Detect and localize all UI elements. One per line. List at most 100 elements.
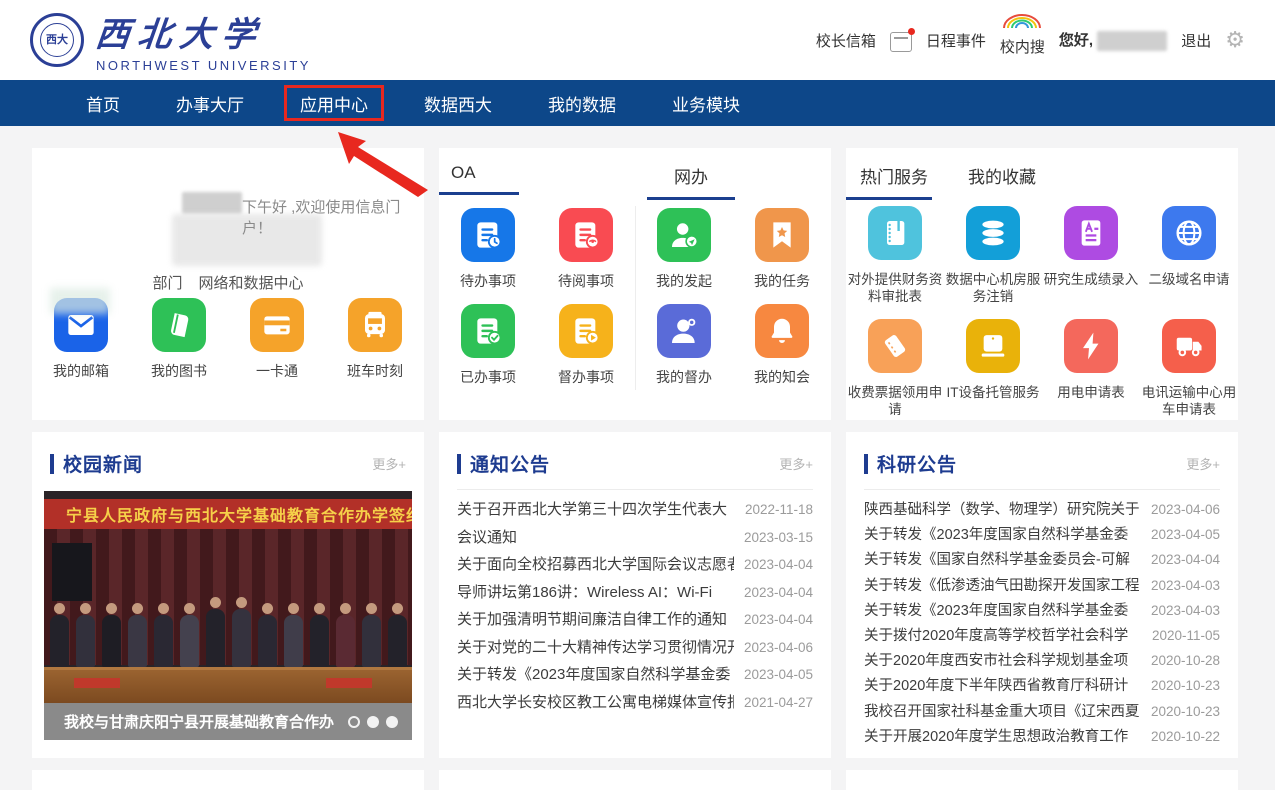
research-title: 关于转发《低渗透油气田勘探开发国家工程 bbox=[864, 574, 1141, 595]
app-tile[interactable]: 已办事项 bbox=[439, 304, 537, 386]
oa-apps: 待办事项 待阅事项 已办事项 bbox=[439, 208, 635, 400]
service-tile[interactable]: 用电申请表 bbox=[1042, 319, 1140, 418]
service-tile[interactable]: 数据中心机房服务注销 bbox=[944, 206, 1042, 305]
card-icon bbox=[250, 298, 304, 352]
logout-link[interactable]: 退出 bbox=[1181, 30, 1211, 51]
notice-item[interactable]: 关于转发《2023年度国家自然科学基金委 2023-04-05 bbox=[457, 663, 813, 691]
seal-text: 西大 bbox=[40, 23, 74, 57]
research-date: 2023-04-05 bbox=[1151, 527, 1220, 542]
app-tile-label: 督办事项 bbox=[538, 369, 634, 386]
app-tile[interactable]: 我的图书 bbox=[130, 298, 228, 380]
research-item[interactable]: 关于转发《低渗透油气田勘探开发国家工程 2023-04-03 bbox=[864, 574, 1220, 599]
research-item[interactable]: 关于转发《2023年度国家自然科学基金委 2023-04-05 bbox=[864, 523, 1220, 548]
notice-item[interactable]: 导师讲坛第186讲：Wireless AI：Wi-Fi 2023-04-04 bbox=[457, 581, 813, 609]
bottom-card: 学术讲座 更多+ bbox=[846, 770, 1238, 790]
service-tile-label: 数据中心机房服务注销 bbox=[945, 271, 1041, 305]
calendar-icon[interactable] bbox=[890, 32, 912, 52]
carousel-dot[interactable] bbox=[348, 716, 360, 728]
research-item[interactable]: 关于开展2020年度学生思想政治教育工作 2020-10-22 bbox=[864, 725, 1220, 750]
research-item[interactable]: 关于2020年度下半年陕西省教育厅科研计 2020-10-23 bbox=[864, 674, 1220, 699]
bottom-card: 研究生培养 更多+ bbox=[439, 770, 831, 790]
bell-icon bbox=[755, 304, 809, 358]
service-tile[interactable]: 二级域名申请 bbox=[1140, 206, 1238, 305]
app-tile[interactable]: 班车时刻 bbox=[326, 298, 424, 380]
campus-search-link[interactable]: 校内搜 bbox=[1000, 24, 1045, 57]
app-tile[interactable]: 我的督办 bbox=[635, 304, 733, 386]
notice-item[interactable]: 关于面向全校招募西北大学国际会议志愿者 2023-04-04 bbox=[457, 553, 813, 581]
schedule-link[interactable]: 日程事件 bbox=[926, 30, 986, 51]
service-tile-label: 对外提供财务资料审批表 bbox=[847, 271, 943, 305]
more-link[interactable]: 更多+ bbox=[372, 454, 406, 473]
research-title: 我校召开国家社科基金重大项目《辽宋西夏 bbox=[864, 700, 1141, 721]
divider bbox=[864, 489, 1220, 490]
app-tile-label: 我的发起 bbox=[636, 273, 732, 290]
app-tile[interactable]: 督办事项 bbox=[537, 304, 635, 386]
department-value: 网络和数据中心 bbox=[199, 275, 304, 292]
main-nav: 首页 办事大厅 应用中心 数据西大 我的数据 业务模块 bbox=[0, 80, 1275, 126]
nav-item-label: 我的数据 bbox=[548, 91, 616, 116]
section-bar bbox=[864, 454, 868, 474]
tab-hot-services[interactable]: 热门服务 bbox=[846, 148, 932, 200]
notice-item[interactable]: 关于对党的二十大精神传达学习贯彻情况开 2023-04-06 bbox=[457, 636, 813, 664]
research-item[interactable]: 关于2020年度西安市社会科学规划基金项 2020-10-28 bbox=[864, 649, 1220, 674]
service-tile[interactable]: 收费票据领用申请 bbox=[846, 319, 944, 418]
globe-icon bbox=[1162, 206, 1216, 260]
news-photo[interactable]: 宁县人民政府与西北大学基础教育合作办学签约 bbox=[44, 491, 412, 703]
greeting-prefix: 您好, bbox=[1059, 32, 1093, 49]
carousel-dot[interactable] bbox=[386, 716, 398, 728]
welcome-greeting: 下午好 ,欢迎使用信息门户！ bbox=[242, 196, 424, 238]
more-link[interactable]: 更多+ bbox=[1186, 454, 1220, 473]
carousel-dot[interactable] bbox=[367, 716, 379, 728]
bookmark-star-icon bbox=[755, 208, 809, 262]
notice-item[interactable]: 会议通知 2023-03-15 bbox=[457, 526, 813, 554]
research-item[interactable]: 关于转发《国家自然科学基金委员会-可解 2023-04-04 bbox=[864, 548, 1220, 573]
app-tile[interactable]: 我的知会 bbox=[733, 304, 831, 386]
department-line: 部门网络和数据中心 bbox=[32, 272, 424, 293]
nav-item[interactable]: 我的数据 bbox=[520, 80, 644, 126]
photo-banner-text: 宁县人民政府与西北大学基础教育合作办学签约 bbox=[44, 499, 412, 529]
gear-icon[interactable]: ⚙ bbox=[1225, 29, 1245, 51]
app-tile[interactable]: 待阅事项 bbox=[537, 208, 635, 290]
notice-date: 2022-11-18 bbox=[745, 502, 813, 517]
nav-item[interactable]: 数据西大 bbox=[396, 80, 520, 126]
research-title: 关于2020年度西安市社会科学规划基金项 bbox=[864, 649, 1141, 670]
person-ring-icon bbox=[657, 304, 711, 358]
bolt-icon bbox=[1064, 319, 1118, 373]
nav-item-label: 业务模块 bbox=[672, 91, 740, 116]
app-tile[interactable]: 待办事项 bbox=[439, 208, 537, 290]
president-mailbox-link[interactable]: 校长信箱 bbox=[816, 30, 876, 51]
nav-item-label: 首页 bbox=[86, 91, 120, 116]
tab-oa[interactable]: OA bbox=[439, 148, 519, 195]
app-tile[interactable]: 我的任务 bbox=[733, 208, 831, 290]
research-item[interactable]: 我校召开国家社科基金重大项目《辽宋西夏 2020-10-23 bbox=[864, 700, 1220, 725]
research-item[interactable]: 关于转发《2023年度国家自然科学基金委 2023-04-03 bbox=[864, 599, 1220, 624]
tab-wangban[interactable]: 网办 bbox=[647, 148, 735, 200]
notice-date: 2023-04-05 bbox=[744, 667, 813, 682]
notice-list: 关于召开西北大学第三十四次学生代表大 2022-11-18 会议通知 2023-… bbox=[439, 496, 831, 718]
tab-my-favorites[interactable]: 我的收藏 bbox=[968, 148, 1036, 200]
redacted-name bbox=[182, 192, 242, 214]
notice-item[interactable]: 西北大学长安校区教工公寓电梯媒体宣传报 2021-04-27 bbox=[457, 691, 813, 719]
service-tile[interactable]: IT设备托管服务 bbox=[944, 319, 1042, 418]
news-caption[interactable]: 我校与甘肃庆阳宁县开展基础教育合作办 bbox=[64, 711, 348, 732]
service-tile[interactable]: 电讯运输中心用车申请表 bbox=[1140, 319, 1238, 418]
doc-eye-icon bbox=[559, 208, 613, 262]
nav-item[interactable]: 应用中心 bbox=[272, 80, 396, 126]
nav-item[interactable]: 首页 bbox=[58, 80, 148, 126]
research-item[interactable]: 关于拨付2020年度高等学校哲学社会科学 2020-11-05 bbox=[864, 624, 1220, 649]
news-caption-bar: 我校与甘肃庆阳宁县开展基础教育合作办 bbox=[44, 703, 412, 740]
doc-a-icon bbox=[1064, 206, 1118, 260]
nav-item[interactable]: 办事大厅 bbox=[148, 80, 272, 126]
more-link[interactable]: 更多+ bbox=[779, 454, 813, 473]
app-tile[interactable]: 一卡通 bbox=[228, 298, 326, 380]
research-item[interactable]: 陕西基础科学（数学、物理学）研究院关于 2023-04-06 bbox=[864, 498, 1220, 523]
notice-item[interactable]: 关于召开西北大学第三十四次学生代表大 2022-11-18 bbox=[457, 498, 813, 526]
app-tile[interactable]: 我的发起 bbox=[635, 208, 733, 290]
notice-title: 导师讲坛第186讲：Wireless AI：Wi-Fi bbox=[457, 581, 734, 602]
app-tile-label: 我的图书 bbox=[131, 363, 227, 380]
nav-item[interactable]: 业务模块 bbox=[644, 80, 768, 126]
service-tile[interactable]: 研究生成绩录入 bbox=[1042, 206, 1140, 305]
section-title: 科研公告 bbox=[877, 450, 957, 477]
notice-item[interactable]: 关于加强清明节期间廉洁自律工作的通知 2023-04-04 bbox=[457, 608, 813, 636]
service-tile[interactable]: 对外提供财务资料审批表 bbox=[846, 206, 944, 305]
